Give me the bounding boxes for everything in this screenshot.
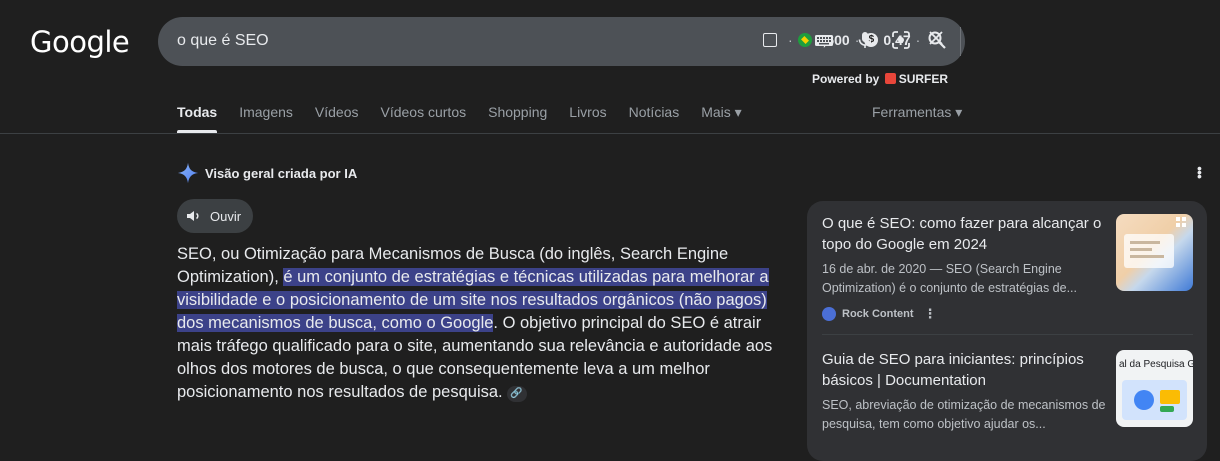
search-divider bbox=[960, 27, 961, 56]
keyword-checkbox[interactable] bbox=[763, 33, 777, 47]
tab-mais[interactable]: Mais ▾ bbox=[701, 104, 741, 133]
search-bar[interactable]: o que é SEO · 6,600 · $ 0.47 · bbox=[158, 17, 965, 66]
ai-overview-header: Visão geral criada por IA bbox=[177, 162, 357, 184]
source-title[interactable]: O que é SEO: como fazer para alcançar o … bbox=[822, 213, 1112, 255]
mic-icon[interactable] bbox=[855, 30, 877, 52]
source-divider bbox=[822, 334, 1193, 335]
brazil-flag-icon bbox=[797, 33, 812, 47]
speaker-icon bbox=[187, 211, 199, 221]
search-icon[interactable] bbox=[927, 30, 949, 52]
ai-overview-title: Visão geral criada por IA bbox=[205, 165, 358, 181]
tab-videos[interactable]: Vídeos bbox=[315, 104, 359, 133]
source-site: Rock Content ⋮ bbox=[822, 306, 1112, 322]
source-title[interactable]: Guia de SEO para iniciantes: princípios … bbox=[822, 349, 1112, 391]
source-thumbnail[interactable] bbox=[1116, 214, 1193, 291]
search-input[interactable]: o que é SEO bbox=[177, 32, 269, 50]
tab-videos-curtos[interactable]: Vídeos curtos bbox=[381, 104, 467, 133]
sources-card: O que é SEO: como fazer para alcançar o … bbox=[807, 201, 1207, 461]
source-description: 16 de abr. de 2020 — SEO (Search Engine … bbox=[822, 262, 1078, 295]
tools-button[interactable]: Ferramentas ▾ bbox=[872, 104, 962, 121]
powered-by-surfer[interactable]: Powered by SURFER bbox=[812, 72, 948, 86]
tab-shopping[interactable]: Shopping bbox=[488, 104, 547, 133]
rock-content-favicon-icon bbox=[822, 307, 836, 321]
source-item[interactable]: O que é SEO: como fazer para alcançar o … bbox=[822, 213, 1112, 322]
listen-button[interactable]: Ouvir bbox=[177, 199, 253, 233]
tab-livros[interactable]: Livros bbox=[569, 104, 606, 133]
ai-sparkle-icon bbox=[177, 162, 199, 184]
source-thumbnail[interactable]: al da Pesquisa G bbox=[1116, 350, 1193, 427]
lens-icon[interactable] bbox=[891, 30, 913, 52]
tab-imagens[interactable]: Imagens bbox=[239, 104, 293, 133]
tab-noticias[interactable]: Notícias bbox=[629, 104, 680, 133]
source-item[interactable]: Guia de SEO para iniciantes: princípios … bbox=[822, 349, 1112, 434]
link-icon[interactable]: 🔗 bbox=[506, 386, 527, 402]
tab-todas[interactable]: Todas bbox=[177, 104, 218, 133]
google-logo[interactable]: Google bbox=[30, 25, 130, 59]
search-tabs: Todas Imagens Vídeos Vídeos curtos Shopp… bbox=[177, 104, 764, 133]
keyboard-icon[interactable] bbox=[814, 30, 836, 52]
source-options-icon[interactable]: ⋮ bbox=[924, 306, 937, 322]
more-options-icon[interactable]: • • • bbox=[1197, 161, 1202, 183]
header-divider bbox=[0, 133, 1220, 134]
source-description: SEO, abreviação de otimização de mecanis… bbox=[822, 398, 1106, 431]
surfer-logo-icon bbox=[884, 73, 896, 84]
ai-overview-text: SEO, ou Otimização para Mecanismos de Bu… bbox=[177, 245, 773, 402]
